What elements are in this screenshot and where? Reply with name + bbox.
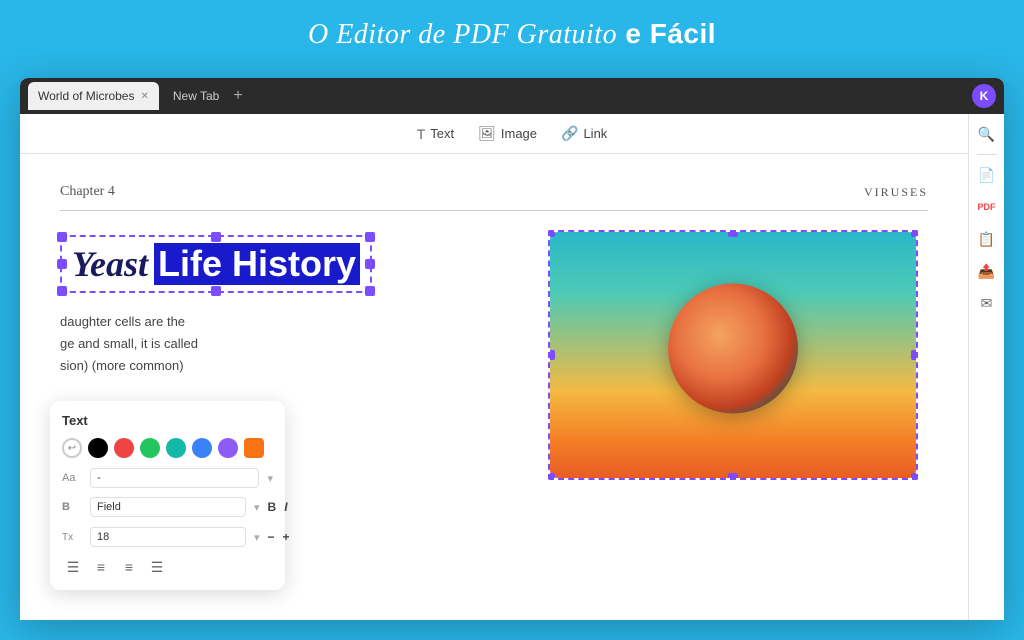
image-selection-box — [548, 230, 918, 480]
body-line-1: daughter cells are the — [60, 311, 490, 333]
tab-world-of-microbes[interactable]: World of Microbes ✕ — [28, 82, 159, 110]
title-italic-part: O Editor de PDF Gratuito — [308, 19, 617, 50]
chapter-label: Chapter 4 — [60, 184, 115, 200]
browser-window: World of Microbes ✕ New Tab + K T Text 🖼… — [20, 78, 1004, 620]
tab-label: World of Microbes — [38, 89, 134, 103]
document-icon-1[interactable]: 📄 — [973, 161, 1001, 189]
handle-br[interactable] — [365, 286, 375, 296]
link-icon: 🔗 — [561, 125, 578, 142]
toolbar-text[interactable]: T Text — [417, 126, 454, 142]
size-dropdown-icon: ▾ — [254, 531, 260, 544]
panel-title: Text — [62, 413, 273, 428]
color-green[interactable] — [140, 438, 160, 458]
share-icon[interactable]: 📤 — [973, 257, 1001, 285]
size-row: Tx ▾ − + — [62, 526, 273, 548]
color-red[interactable] — [114, 438, 134, 458]
font-input[interactable] — [90, 468, 259, 488]
selection-box: Yeast Life History — [60, 235, 372, 293]
img-handle-ml[interactable] — [548, 350, 555, 360]
title-highlight: Life History — [154, 243, 360, 285]
tab-bar: World of Microbes ✕ New Tab + K — [20, 78, 1004, 114]
body-text: daughter cells are the ge and small, it … — [60, 311, 490, 377]
field-dropdown-icon: ▾ — [254, 501, 260, 514]
section-label: VIRUSES — [864, 185, 928, 200]
color-row: ↩ — [62, 438, 273, 458]
handle-tl[interactable] — [57, 232, 67, 242]
tab-new[interactable]: New Tab — [163, 82, 229, 110]
img-handle-bm[interactable] — [728, 473, 738, 480]
handle-tr[interactable] — [365, 232, 375, 242]
handle-mr[interactable] — [365, 259, 375, 269]
img-handle-tm[interactable] — [728, 230, 738, 237]
mail-icon[interactable]: ✉ — [973, 289, 1001, 317]
align-right-button[interactable]: ≡ — [118, 556, 140, 578]
bold-label: B — [62, 501, 82, 513]
page-title: O Editor de PDF Gratuito e Fácil — [0, 0, 1024, 65]
chapter-header: Chapter 4 VIRUSES — [60, 184, 928, 211]
font-label: Aa — [62, 472, 82, 484]
avatar[interactable]: K — [972, 84, 996, 108]
color-orange[interactable] — [244, 438, 264, 458]
color-purple[interactable] — [218, 438, 238, 458]
handle-ml[interactable] — [57, 259, 67, 269]
link-label: Link — [583, 126, 607, 141]
size-decrease-button[interactable]: − — [268, 526, 275, 548]
text-icon: T — [417, 126, 426, 142]
title-yeast: Yeast — [72, 243, 148, 285]
title-container[interactable]: Yeast Life History — [60, 235, 372, 293]
search-icon[interactable]: 🔍 — [973, 120, 1001, 148]
text-label: Text — [430, 126, 454, 141]
right-panel: 🔍 📄 PDF 📋 📤 ✉ — [968, 114, 1004, 620]
color-teal[interactable] — [166, 438, 186, 458]
img-handle-bl[interactable] — [548, 473, 555, 480]
color-black[interactable] — [88, 438, 108, 458]
sphere-image — [550, 232, 916, 478]
image-label: Image — [501, 126, 537, 141]
align-row: ☰ ≡ ≡ ☰ — [62, 556, 273, 578]
bold-button[interactable]: B — [268, 496, 277, 518]
document-icon-2[interactable]: 📋 — [973, 225, 1001, 253]
size-increase-button[interactable]: + — [283, 526, 290, 548]
sphere-ball — [668, 284, 798, 414]
text-format-panel: Text ↩ Aa ▾ B — [50, 401, 285, 590]
size-label: Tx — [62, 532, 82, 543]
size-input[interactable] — [90, 527, 246, 547]
italic-button[interactable]: I — [284, 496, 287, 518]
image-container[interactable] — [548, 230, 918, 480]
handle-bm[interactable] — [211, 286, 221, 296]
content-area: Chapter 4 VIRUSES Yeast Life History — [20, 154, 968, 620]
align-justify-button[interactable]: ☰ — [146, 556, 168, 578]
panel-divider — [977, 154, 997, 155]
img-handle-br[interactable] — [911, 473, 918, 480]
new-tab-label: New Tab — [173, 89, 219, 103]
color-link-icon[interactable]: ↩ — [62, 438, 82, 458]
tab-close-icon[interactable]: ✕ — [140, 91, 148, 102]
title-regular-part: e Fácil — [617, 18, 716, 49]
handle-bl[interactable] — [57, 286, 67, 296]
field-input[interactable] — [90, 497, 246, 517]
handle-tm[interactable] — [211, 232, 221, 242]
color-blue[interactable] — [192, 438, 212, 458]
align-left-button[interactable]: ☰ — [62, 556, 84, 578]
align-center-button[interactable]: ≡ — [90, 556, 112, 578]
avatar-letter: K — [980, 89, 989, 103]
img-handle-tl[interactable] — [548, 230, 555, 237]
body-line-2: ge and small, it is called — [60, 333, 490, 355]
image-icon: 🖼 — [478, 125, 496, 142]
font-row: Aa ▾ — [62, 468, 273, 488]
font-dropdown-icon: ▾ — [267, 472, 273, 485]
img-handle-mr[interactable] — [911, 350, 918, 360]
toolbar-link[interactable]: 🔗 Link — [561, 125, 607, 142]
editor-toolbar: T Text 🖼 Image 🔗 Link — [20, 114, 1004, 154]
bold-row: B ▾ B I — [62, 496, 273, 518]
body-line-3: sion) (more common) — [60, 355, 490, 377]
new-tab-button[interactable]: + — [233, 87, 242, 105]
img-handle-tr[interactable] — [911, 230, 918, 237]
toolbar-image[interactable]: 🖼 Image — [478, 125, 537, 142]
pdf-icon[interactable]: PDF — [973, 193, 1001, 221]
